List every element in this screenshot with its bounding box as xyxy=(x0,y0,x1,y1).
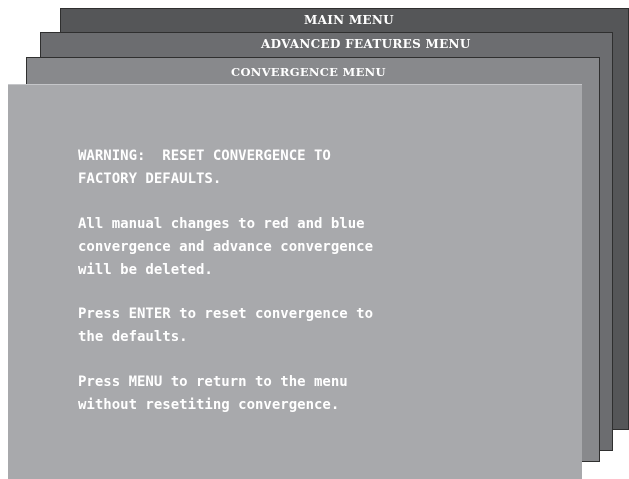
warning-text: WARNING: RESET CONVERGENCE TO FACTORY DE… xyxy=(78,148,331,187)
enter-instruction-text: Press ENTER to reset convergence to the … xyxy=(78,306,374,345)
reset-convergence-dialog: WARNING: RESET CONVERGENCE TO FACTORY DE… xyxy=(8,84,582,479)
advanced-features-menu-title: ADVANCED FEATURES MENU xyxy=(261,37,471,51)
main-menu-title: MAIN MENU xyxy=(304,13,394,27)
menu-instruction-text: Press MENU to return to the menu without… xyxy=(78,374,348,413)
changes-description-text: All manual changes to red and blue conve… xyxy=(78,216,374,278)
convergence-menu-title: CONVERGENCE MENU xyxy=(231,65,386,79)
